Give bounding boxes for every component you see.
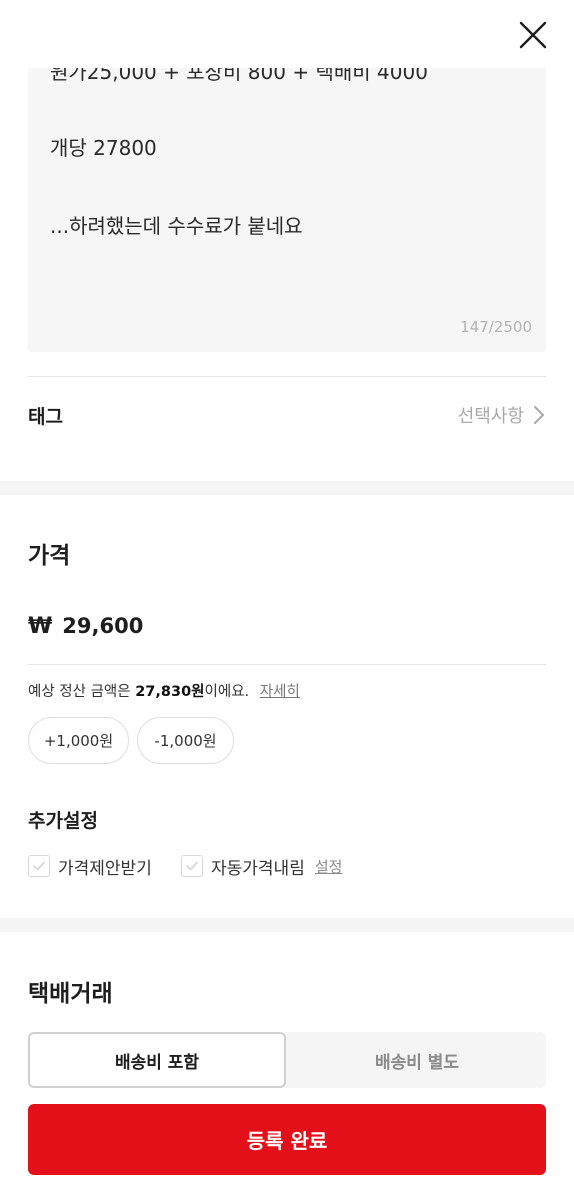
tag-optional-text: 선택사항 — [457, 406, 524, 427]
extra-settings-title: 추가설정 — [28, 810, 98, 832]
price-input[interactable]: ₩ 29,600 — [28, 606, 546, 646]
close-button[interactable] — [516, 18, 550, 52]
description-textarea[interactable]: 원가25,000 + 포장비 800 + 택배비 4000 개당 27800 .… — [28, 68, 546, 352]
price-offer-option[interactable]: 가격제안받기 — [28, 852, 152, 880]
auto-price-drop-checkbox[interactable] — [181, 855, 203, 877]
section-separator — [0, 918, 574, 932]
submit-button[interactable]: 등록 완료 — [28, 1104, 546, 1175]
settlement-prefix: 예상 정산 금액은 — [28, 684, 136, 700]
settlement-suffix: 이에요. — [204, 684, 250, 700]
char-counter: 147/2500 — [460, 318, 532, 336]
subtract-1000-button[interactable]: -1,000원 — [137, 717, 234, 764]
settlement-info: 예상 정산 금액은 27,830원이에요. 자세히 — [28, 680, 300, 701]
shipping-separate-tab[interactable]: 배송비 별도 — [288, 1032, 546, 1088]
price-section-title: 가격 — [28, 543, 71, 569]
price-offer-label: 가격제안받기 — [58, 858, 152, 879]
auto-price-drop-setting-link[interactable]: 설정 — [315, 856, 343, 877]
settlement-detail-link[interactable]: 자세히 — [260, 684, 300, 700]
shipping-fee-toggle: 배송비 포함 배송비 별도 — [28, 1032, 546, 1088]
close-icon — [519, 21, 547, 49]
description-line-3: ...하려했는데 수수료가 붙네요 — [50, 214, 303, 238]
check-icon — [33, 861, 45, 871]
divider — [28, 376, 546, 377]
add-1000-button[interactable]: +1,000원 — [28, 717, 129, 764]
description-line-2: 개당 27800 — [50, 136, 157, 160]
check-icon — [186, 861, 198, 871]
section-separator — [0, 481, 574, 495]
tag-label: 태그 — [28, 405, 63, 428]
price-underline — [28, 664, 546, 665]
won-currency-icon: ₩ — [28, 613, 53, 639]
auto-price-drop-option[interactable]: 자동가격내림 설정 — [181, 852, 342, 880]
chevron-right-icon — [534, 406, 544, 424]
shipping-included-tab[interactable]: 배송비 포함 — [28, 1032, 286, 1088]
description-line-1: 원가25,000 + 포장비 800 + 택배비 4000 — [50, 68, 428, 84]
price-value: 29,600 — [62, 614, 144, 638]
tag-row[interactable]: 태그 선택사항 — [28, 392, 546, 438]
shipping-section-title: 택배거래 — [28, 981, 113, 1007]
settlement-amount: 27,830원 — [135, 684, 205, 700]
auto-price-drop-label: 자동가격내림 — [211, 858, 305, 879]
price-offer-checkbox[interactable] — [28, 855, 50, 877]
